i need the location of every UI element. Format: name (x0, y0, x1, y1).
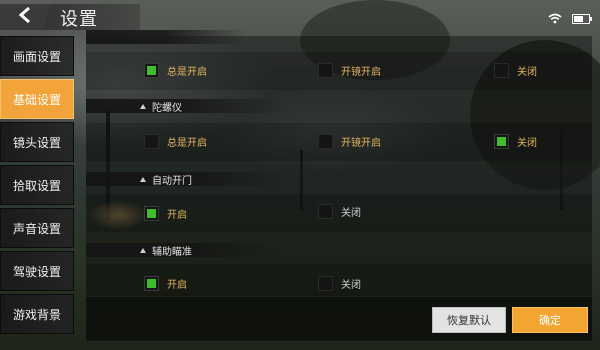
battery-icon (572, 13, 592, 24)
expand-triangle-icon (140, 103, 146, 109)
sidebar-item-driving[interactable]: 驾驶设置 (0, 251, 74, 291)
checkbox-unchecked[interactable] (318, 134, 333, 149)
page-title: 设置 (60, 9, 98, 30)
top-bar: 设置 (0, 0, 600, 32)
sidebar-item-label: 拾取设置 (12, 178, 61, 193)
option-scope-on[interactable]: 开镜开启 (318, 63, 381, 78)
sidebar-item-game-background[interactable]: 游戏背景 (0, 294, 74, 334)
wifi-icon (548, 9, 562, 28)
option-label: 总是开启 (167, 138, 207, 149)
option-label: 开镜开启 (341, 67, 381, 78)
sidebar-item-label: 基础设置 (12, 92, 61, 107)
option-label: 开启 (167, 210, 187, 221)
checkbox-checked[interactable] (144, 276, 159, 291)
expand-triangle-icon (140, 247, 146, 253)
sidebar-item-graphics[interactable]: 画面设置 (0, 36, 74, 76)
option-on[interactable]: 开启 (144, 206, 187, 221)
reset-defaults-button[interactable]: 恢复默认 (432, 307, 506, 333)
settings-panel: 总是开启 开镜开启 关闭 陀螺仪 总是开启 开镜开启 关闭 自动开门 开启 关闭 (86, 30, 592, 340)
status-icons (548, 9, 592, 28)
option-off[interactable]: 关闭 (318, 204, 361, 219)
checkbox-unchecked[interactable] (494, 63, 509, 78)
expand-triangle-icon (140, 176, 146, 182)
option-label: 关闭 (517, 138, 537, 149)
section-title: 陀螺仪 (152, 102, 182, 114)
sidebar-item-pickup[interactable]: 拾取设置 (0, 165, 74, 205)
checkbox-unchecked[interactable] (144, 134, 159, 149)
checkbox-unchecked[interactable] (318, 204, 333, 219)
option-label: 开启 (167, 280, 187, 291)
option-on[interactable]: 开启 (144, 276, 187, 291)
option-label: 关闭 (341, 208, 361, 219)
sidebar-item-sound[interactable]: 声音设置 (0, 208, 74, 248)
option-label: 开镜开启 (341, 138, 381, 149)
checkbox-checked[interactable] (144, 63, 159, 78)
option-label: 总是开启 (167, 67, 207, 78)
sidebar-item-label: 镜头设置 (12, 135, 61, 150)
bottom-action-bar: 恢复默认 确定 (86, 296, 592, 341)
option-off[interactable]: 关闭 (494, 134, 537, 149)
section-header-auto-door: 自动开门 (86, 172, 286, 187)
back-arrow-icon (16, 6, 36, 28)
option-always-on[interactable]: 总是开启 (144, 134, 207, 149)
sidebar-item-camera[interactable]: 镜头设置 (0, 122, 74, 162)
section-header-gyroscope: 陀螺仪 (86, 99, 286, 114)
sidebar-item-basic[interactable]: 基础设置 (0, 79, 74, 119)
sidebar-item-label: 画面设置 (12, 49, 61, 64)
section-title: 自动开门 (152, 175, 192, 187)
checkbox-unchecked[interactable] (318, 63, 333, 78)
option-label: 关闭 (341, 280, 361, 291)
option-scope-on[interactable]: 开镜开启 (318, 134, 381, 149)
section-title: 辅助瞄准 (152, 246, 192, 258)
option-off[interactable]: 关闭 (494, 63, 537, 78)
section-header-aim-assist: 辅助瞄准 (86, 243, 286, 258)
sidebar-item-label: 声音设置 (12, 221, 61, 236)
checkbox-checked[interactable] (494, 134, 509, 149)
sidebar-item-label: 驾驶设置 (12, 264, 61, 279)
option-off[interactable]: 关闭 (318, 276, 361, 291)
checkbox-checked[interactable] (144, 206, 159, 221)
confirm-button[interactable]: 确定 (512, 307, 588, 333)
option-label: 关闭 (517, 67, 537, 78)
checkbox-unchecked[interactable] (318, 276, 333, 291)
option-always-on[interactable]: 总是开启 (144, 63, 207, 78)
section-header (86, 30, 246, 44)
sidebar-item-label: 游戏背景 (12, 307, 61, 322)
